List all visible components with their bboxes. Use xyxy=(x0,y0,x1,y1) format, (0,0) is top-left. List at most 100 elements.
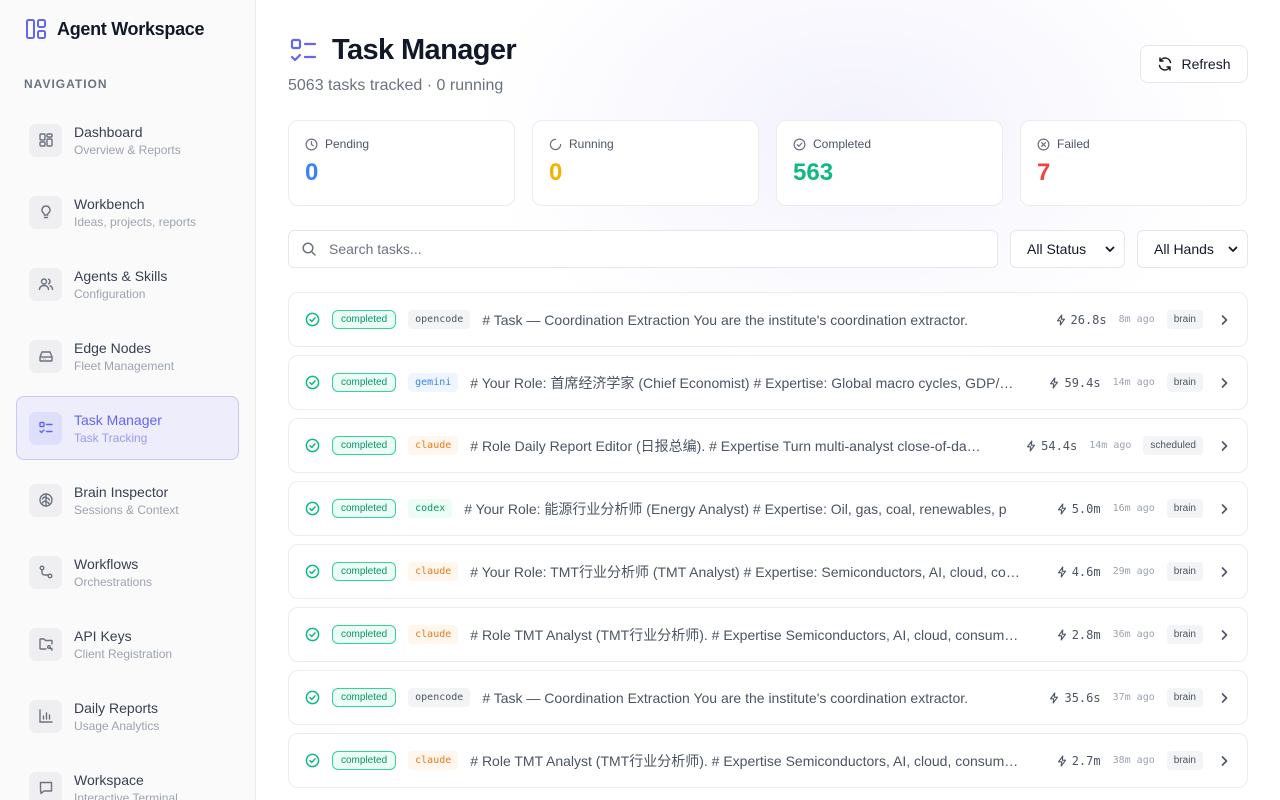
sidebar-item-sub: Ideas, projects, reports xyxy=(74,214,197,229)
chevron-right-icon[interactable] xyxy=(1217,628,1231,642)
task-time-ago: 14m ago xyxy=(1089,440,1132,451)
task-row[interactable]: completed opencode # Task — Coordination… xyxy=(288,670,1248,725)
task-tag: brain xyxy=(1166,310,1203,329)
sidebar-item-workflows[interactable]: Workflows Orchestrations xyxy=(16,540,239,604)
sidebar-item-agents-skills[interactable]: Agents & Skills Configuration xyxy=(16,252,239,316)
sidebar-item-label: Workflows xyxy=(74,555,139,572)
task-duration: 4.6m xyxy=(1071,564,1101,579)
task-row[interactable]: completed claude # Role TMT Analyst (TMT… xyxy=(288,733,1248,788)
zap-icon xyxy=(1025,439,1037,452)
brand[interactable]: Agent Workspace xyxy=(25,18,205,40)
app-title: Agent Workspace xyxy=(57,18,205,39)
refresh-button[interactable]: Refresh xyxy=(1140,45,1248,83)
check-circle-icon xyxy=(305,564,320,579)
sidebar-item-sub: Sessions & Context xyxy=(74,502,179,517)
hand-badge: claude xyxy=(408,751,459,770)
check-circle-icon xyxy=(305,690,320,705)
sidebar-item-sub: Configuration xyxy=(74,286,146,301)
task-row[interactable]: completed opencode # Task — Coordination… xyxy=(288,292,1248,347)
status-badge: completed xyxy=(332,436,397,455)
folder-key-icon xyxy=(29,627,62,661)
task-text: # Your Role: 能源行业分析师 (Energy Analyst) # … xyxy=(464,500,1007,517)
task-row[interactable]: completed gemini # Your Role: 首席经济学家 (Ch… xyxy=(288,355,1248,410)
sidebar-item-edge-nodes[interactable]: Edge Nodes Fleet Management xyxy=(16,324,239,388)
loader-icon xyxy=(549,138,562,151)
sidebar-item-task-manager[interactable]: Task Manager Task Tracking xyxy=(16,396,239,460)
task-tag: scheduled xyxy=(1143,436,1203,455)
task-text: # Your Role: 首席经济学家 (Chief Economist) # … xyxy=(470,374,1014,391)
stat-label: Failed xyxy=(1057,137,1090,151)
sidebar-item-workbench[interactable]: Workbench Ideas, projects, reports xyxy=(16,180,239,244)
hand-badge: gemini xyxy=(408,373,459,392)
brain-icon xyxy=(29,483,62,517)
stat-value: 563 xyxy=(793,159,834,186)
sidebar-item-brain-inspector[interactable]: Brain Inspector Sessions & Context xyxy=(16,468,239,532)
task-text: # Role Daily Report Editor (日报总编). # Exp… xyxy=(470,437,981,454)
list-checks-icon xyxy=(288,36,318,66)
sidebar-nav: Dashboard Overview & Reports Workbench I… xyxy=(16,108,239,800)
dashboard-icon xyxy=(29,123,62,157)
hands-filter-select[interactable]: All Hands xyxy=(1137,230,1248,268)
task-text: # Your Role: TMT行业分析师 (TMT Analyst) # Ex… xyxy=(470,563,1020,580)
sidebar-item-sub: Interactive Terminal xyxy=(74,790,178,800)
hand-badge: claude xyxy=(408,562,459,581)
search-input[interactable] xyxy=(329,241,969,257)
task-text: # Role TMT Analyst (TMT行业分析师). # Experti… xyxy=(470,752,1019,769)
chevron-right-icon[interactable] xyxy=(1217,691,1231,705)
status-badge: completed xyxy=(332,310,397,329)
sidebar-item-label: Dashboard xyxy=(74,123,143,140)
page-subtitle: 5063 tasks tracked · 0 running xyxy=(288,77,504,94)
chevron-right-icon[interactable] xyxy=(1217,313,1231,327)
clock-icon xyxy=(305,138,318,151)
zap-icon xyxy=(1055,313,1067,326)
sidebar-item-daily-reports[interactable]: Daily Reports Usage Analytics xyxy=(16,684,239,748)
sidebar-item-label: Edge Nodes xyxy=(74,339,152,356)
task-row[interactable]: completed claude # Role TMT Analyst (TMT… xyxy=(288,607,1248,662)
task-row[interactable]: completed claude # Role Daily Report Edi… xyxy=(288,418,1248,473)
zap-icon xyxy=(1056,754,1068,767)
chevron-right-icon[interactable] xyxy=(1217,565,1231,579)
sidebar-item-sub: Client Registration xyxy=(74,646,173,661)
task-time-ago: 16m ago xyxy=(1112,503,1155,514)
hand-badge: claude xyxy=(408,436,459,455)
bar-chart-icon xyxy=(29,699,62,733)
task-duration: 35.6s xyxy=(1064,690,1101,705)
task-time-ago: 36m ago xyxy=(1112,629,1155,640)
workflow-icon xyxy=(29,555,62,589)
stat-card-failed: Failed 7 xyxy=(1020,120,1247,206)
sidebar: Agent Workspace NAVIGATION Dashboard Ove… xyxy=(0,0,256,800)
task-row[interactable]: completed claude # Your Role: TMT行业分析师 (… xyxy=(288,544,1248,599)
sidebar-item-dashboard[interactable]: Dashboard Overview & Reports xyxy=(16,108,239,172)
status-filter-select[interactable]: All Status xyxy=(1010,230,1125,268)
chevron-right-icon[interactable] xyxy=(1217,376,1231,390)
chevron-down-icon xyxy=(1104,243,1116,255)
check-circle-icon xyxy=(305,627,320,642)
stat-label: Pending xyxy=(325,137,370,151)
chevron-right-icon[interactable] xyxy=(1217,439,1231,453)
stat-card-pending: Pending 0 xyxy=(288,120,515,206)
page-title: Task Manager xyxy=(332,34,517,66)
sidebar-item-label: Brain Inspector xyxy=(74,483,169,500)
task-time-ago: 29m ago xyxy=(1112,566,1155,577)
sidebar-item-label: Workbench xyxy=(74,195,145,212)
chevron-right-icon[interactable] xyxy=(1217,754,1231,768)
chevron-right-icon[interactable] xyxy=(1217,502,1231,516)
stat-value: 7 xyxy=(1037,159,1051,186)
task-text: # Task — Coordination Extraction You are… xyxy=(482,311,969,328)
page-header: Task Manager 5063 tasks tracked · 0 runn… xyxy=(288,34,517,95)
status-badge: completed xyxy=(332,499,397,518)
check-circle-icon xyxy=(305,753,320,768)
sidebar-item-sub: Task Tracking xyxy=(74,430,148,445)
sidebar-item-sub: Usage Analytics xyxy=(74,718,160,733)
task-row[interactable]: completed codex # Your Role: 能源行业分析师 (En… xyxy=(288,481,1248,536)
stats-row: Pending 0 Running 0 Completed 563 Failed… xyxy=(288,120,1247,206)
stat-label: Completed xyxy=(813,137,872,151)
stat-value: 0 xyxy=(549,159,563,186)
task-duration: 26.8s xyxy=(1070,312,1107,327)
lightbulb-icon xyxy=(29,195,62,229)
sidebar-item-workspace[interactable]: Workspace Interactive Terminal xyxy=(16,756,239,800)
message-square-icon xyxy=(29,771,62,800)
sidebar-item-api-keys[interactable]: API Keys Client Registration xyxy=(16,612,239,676)
task-text: # Task — Coordination Extraction You are… xyxy=(482,689,969,706)
check-circle-icon xyxy=(305,312,320,327)
